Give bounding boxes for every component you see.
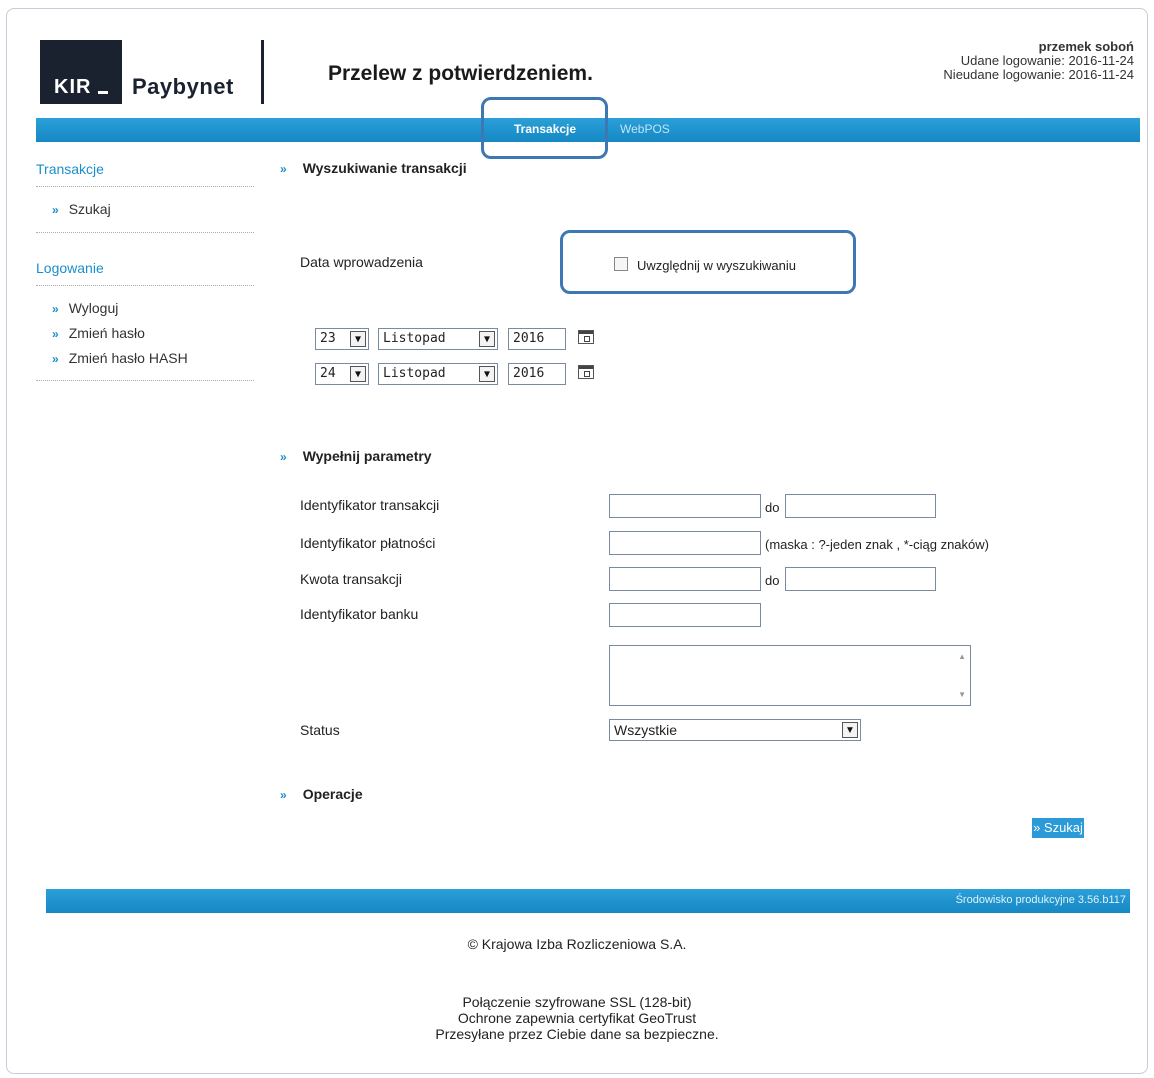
divider	[36, 285, 254, 286]
date-label: Data wprowadzenia	[300, 254, 423, 270]
chevron-down-icon: ▼	[350, 366, 366, 382]
logo-mark: KIR	[54, 76, 92, 98]
section-wyszukiwanie: » Wyszukiwanie transakcji	[280, 160, 467, 176]
tab-highlight-box	[481, 97, 608, 159]
divider	[36, 232, 254, 233]
sidebar-item-zmien-haslo[interactable]: » Zmień hasło	[52, 325, 145, 341]
chevron-down-icon: ▼	[350, 331, 366, 347]
user-name: przemek soboń	[1038, 39, 1134, 54]
page-title: Przelew z potwierdzeniem.	[328, 62, 593, 85]
ssl-line-2: Ochrone zapewnia certyfikat GeoTrust	[457, 1010, 697, 1026]
chevron-down-icon: ▼	[479, 366, 495, 382]
ssl-line-1: Połączenie szyfrowane SSL (128-bit)	[462, 994, 692, 1010]
bank-id-textarea[interactable]: ▲ ▼	[609, 645, 971, 706]
divider	[36, 186, 254, 187]
login-success: Udane logowanie: 2016-11-24	[960, 53, 1134, 68]
chevron-down-icon: ▼	[479, 331, 495, 347]
year-from-input[interactable]: 2016	[508, 328, 566, 350]
sidebar-heading-transakcje: Transakcje	[36, 161, 104, 177]
bullet-icon: »	[280, 788, 287, 802]
calendar-icon[interactable]	[578, 365, 594, 379]
bullet-icon: »	[52, 352, 59, 366]
logo-name: Paybynet	[132, 74, 234, 99]
amount-to-input[interactable]	[785, 567, 936, 591]
kir-logo: KIR	[40, 40, 122, 104]
login-failure: Nieudane logowanie: 2016-11-24	[943, 67, 1134, 82]
ssl-line-3: Przesyłane przez Ciebie dane sa bezpiecz…	[435, 1026, 719, 1042]
transaction-id-from-input[interactable]	[609, 494, 761, 518]
amount-label: Kwota transakcji	[300, 571, 402, 587]
bank-id-label: Identyfikator banku	[300, 606, 419, 622]
environment-label: Środowisko produkcyjne 3.56.b117	[955, 894, 1126, 906]
scroll-up-icon[interactable]: ▲	[958, 652, 966, 661]
mask-hint: (maska : ?-jeden znak , *-ciąg znaków)	[765, 537, 989, 552]
transaction-id-label: Identyfikator transakcji	[300, 497, 440, 513]
status-select[interactable]: Wszystkie ▼	[609, 719, 861, 741]
footer-bar: Środowisko produkcyjne 3.56.b117	[46, 889, 1130, 913]
bank-id-input[interactable]	[609, 603, 761, 627]
bullet-icon: »	[52, 327, 59, 341]
section-parametry: » Wypełnij parametry	[280, 448, 432, 464]
divider	[36, 380, 254, 381]
chevron-down-icon: ▼	[842, 722, 858, 738]
payment-id-label: Identyfikator płatności	[300, 535, 436, 551]
include-label: Uwzględnij w wyszukiwaniu	[637, 258, 796, 273]
logo-divider	[261, 40, 264, 104]
ssl-info: Połączenie szyfrowane SSL (128-bit) Ochr…	[0, 994, 1154, 1042]
status-label: Status	[300, 722, 340, 738]
bullet-icon: »	[280, 450, 287, 464]
to-label: do	[765, 500, 780, 515]
section-operacje: » Operacje	[280, 786, 363, 802]
sidebar-heading-logowanie: Logowanie	[36, 260, 104, 276]
sidebar-item-zmien-haslo-hash[interactable]: » Zmień hasło HASH	[52, 350, 188, 366]
transaction-id-to-input[interactable]	[785, 494, 936, 518]
month-to-select[interactable]: Listopad ▼	[378, 363, 498, 385]
tab-webpos[interactable]: WebPOS	[620, 122, 670, 136]
month-from-select[interactable]: Listopad ▼	[378, 328, 498, 350]
copyright: © Krajowa Izba Rozliczeniowa S.A.	[467, 936, 687, 952]
sidebar-item-szukaj[interactable]: » Szukaj	[52, 201, 111, 217]
user-info: przemek soboń Udane logowanie: 2016-11-2…	[943, 40, 1134, 82]
year-to-input[interactable]: 2016	[508, 363, 566, 385]
calendar-icon[interactable]	[578, 330, 594, 344]
day-to-select[interactable]: 24 ▼	[315, 363, 369, 385]
to-label: do	[765, 573, 780, 588]
sidebar-item-wyloguj[interactable]: » Wyloguj	[52, 300, 118, 316]
bullet-icon: »	[52, 302, 59, 316]
include-checkbox[interactable]	[614, 257, 628, 271]
amount-from-input[interactable]	[609, 567, 761, 591]
day-from-select[interactable]: 23 ▼	[315, 328, 369, 350]
payment-id-input[interactable]	[609, 531, 761, 555]
bullet-icon: »	[280, 162, 287, 176]
scroll-down-icon[interactable]: ▼	[958, 690, 966, 699]
bullet-icon: »	[52, 203, 59, 217]
search-button[interactable]: » Szukaj	[1032, 818, 1084, 838]
